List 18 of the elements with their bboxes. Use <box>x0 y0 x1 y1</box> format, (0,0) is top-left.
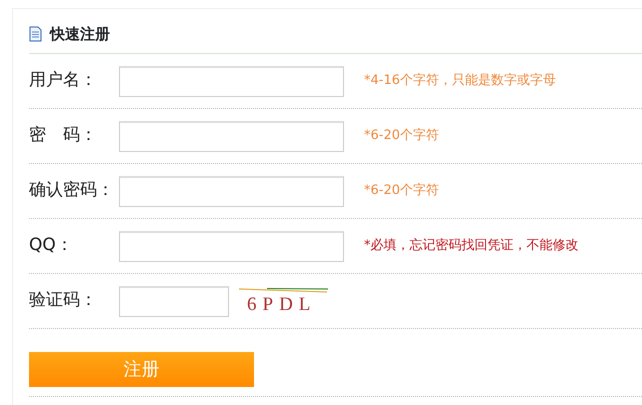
input-field[interactable] <box>119 120 344 152</box>
field-hint: *6-20个字符 <box>364 127 440 146</box>
input-field[interactable] <box>119 66 344 96</box>
field-hint: *必填，忘记密码找回凭证，不能修改 <box>364 237 578 256</box>
field-label: 密 码： <box>29 124 98 148</box>
field-label: 确认密码： <box>29 179 115 202</box>
input-field[interactable] <box>119 230 344 262</box>
register-button[interactable]: 注册 <box>29 352 254 387</box>
input-field[interactable] <box>119 176 344 206</box>
captcha-field[interactable] <box>119 286 229 316</box>
document-icon <box>29 26 42 42</box>
field-label: 验证码： <box>29 289 98 312</box>
captcha-code: 6PDL <box>246 294 316 314</box>
field-label: QQ： <box>29 234 74 258</box>
panel-title: 快速注册 <box>50 24 110 45</box>
field-hint: *6-20个字符 <box>364 182 440 200</box>
field-hint: *4-16个字符，只能是数字或字母 <box>364 72 556 90</box>
field-label: 用户名： <box>29 69 98 92</box>
